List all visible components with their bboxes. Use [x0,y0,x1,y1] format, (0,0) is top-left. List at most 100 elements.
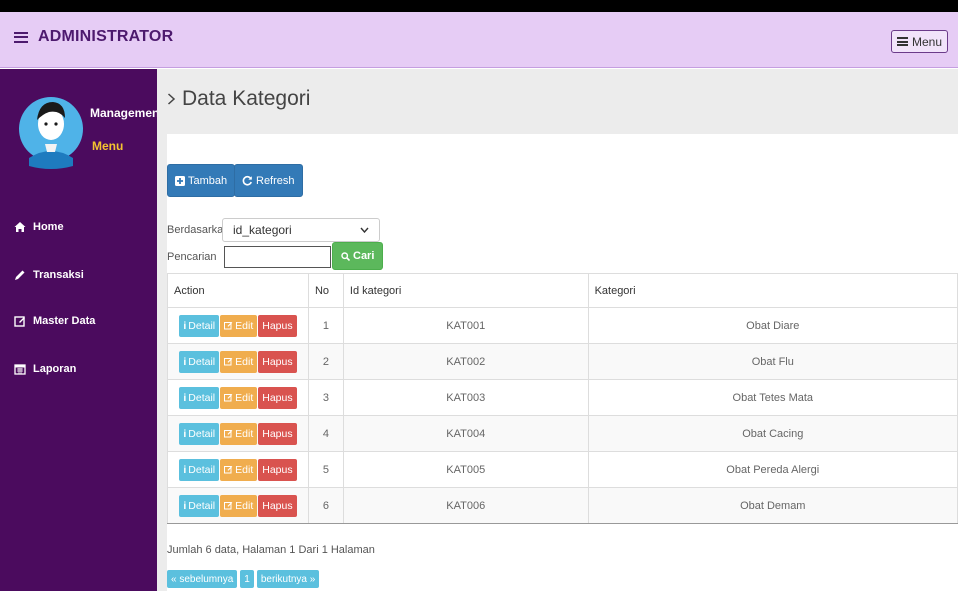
edit-button[interactable]: Edit [220,314,258,337]
edit-button[interactable]: Edit [220,494,258,517]
refresh-button[interactable]: Refresh [234,164,303,197]
hapus-label: Hapus [262,319,293,332]
sidebar-item-master-data[interactable]: Master Data [14,315,95,327]
detail-button[interactable]: i Detail [179,314,220,337]
edit-label: Edit [235,391,254,404]
cari-button[interactable]: Cari [332,242,384,270]
hamburger-icon[interactable] [14,31,28,43]
row-id: KAT001 [342,307,589,344]
action-cell: i Detail Edit Hapus [167,379,309,416]
row-kategori: Obat Tetes Mata [587,379,958,416]
edit-button[interactable]: Edit [220,350,258,373]
prev-page-button[interactable]: « sebelumnya [167,570,238,588]
edit-label: Edit [235,355,254,368]
info-icon: i [183,499,187,512]
page-1-button[interactable]: 1 [240,570,254,588]
detail-button[interactable]: i Detail [179,422,220,445]
row-kategori: Obat Flu [587,343,958,380]
brand[interactable]: ADMINISTRATOR [14,28,173,46]
home-icon [14,222,26,232]
detail-button[interactable]: i Detail [179,350,220,373]
column-header-action: Action [167,273,309,308]
info-icon: i [183,463,187,476]
column-header-no: No [307,273,344,308]
search-label: Pencarian : [167,251,229,263]
detail-label: Detail [188,355,216,368]
hapus-button[interactable]: Hapus [258,386,297,409]
action-cell: i Detail Edit Hapus [167,343,309,380]
detail-button[interactable]: i Detail [179,494,220,517]
sidebar-item-label: Transaksi [33,269,84,281]
table-row: i Detail Edit Hapus 6 KAT006 Obat Demam [167,487,958,524]
row-id: KAT005 [342,451,589,488]
table-row: i Detail Edit Hapus 4 KAT004 Obat Cacing [167,415,958,452]
detail-button[interactable]: i Detail [179,386,220,409]
row-id: KAT006 [342,487,589,524]
page-title-text: Data Kategori [182,87,311,110]
cari-label: Cari [353,250,375,262]
hapus-button[interactable]: Hapus [258,494,297,517]
action-cell: i Detail Edit Hapus [167,415,309,452]
profile-name: Management [90,106,164,120]
table-header-row: Action No Id kategori Kategori [167,273,958,308]
search-input[interactable] [224,246,331,268]
hapus-button[interactable]: Hapus [258,422,297,445]
sidebar: Management Menu Home Transaksi Master Da… [0,69,163,591]
edit-icon [224,430,233,438]
row-kategori: Obat Diare [587,307,958,344]
refresh-label: Refresh [256,174,295,187]
row-no: 3 [307,379,344,416]
chevron-down-icon [360,227,369,233]
next-page-button[interactable]: berikutnya » [256,570,320,588]
edit-icon [224,394,233,402]
hapus-button[interactable]: Hapus [258,458,297,481]
sidebar-item-label: Master Data [33,315,96,327]
sidebar-item-label: Laporan [33,363,77,375]
data-table: Action No Id kategori Kategori i Detail Ed… [167,273,958,524]
edit-button[interactable]: Edit [220,422,258,445]
column-header-id: Id kategori [342,273,589,308]
plus-icon [175,175,185,186]
sidebar-item-home[interactable]: Home [14,221,64,233]
edit-icon [224,502,233,510]
detail-button[interactable]: i Detail [179,458,220,481]
avatar [19,97,83,169]
menu-toggle-button[interactable]: Menu [890,30,948,53]
filter-select[interactable]: id_kategori [222,218,380,242]
edit-button[interactable]: Edit [220,386,258,409]
sidebar-item-transaksi[interactable]: Transaksi [14,269,84,281]
hapus-button[interactable]: Hapus [258,350,297,373]
page-title: Data Kategori [167,87,310,111]
row-no: 4 [307,415,344,452]
pagination: « sebelumnya 1 berikutnya » [167,570,320,588]
app-title: ADMINISTRATOR [38,28,174,45]
table-row: i Detail Edit Hapus 1 KAT001 Obat Diare [167,307,958,344]
edit-label: Edit [235,427,254,440]
edit-icon [224,466,233,474]
search-icon [341,251,350,261]
menu-toggle-label: Menu [911,34,942,49]
info-icon: i [183,355,187,368]
pencil-icon [15,270,25,280]
tambah-label: Tambah [188,174,228,187]
row-no: 1 [307,307,344,344]
edit-button[interactable]: Edit [220,458,258,481]
edit-icon [224,358,233,366]
hapus-button[interactable]: Hapus [258,314,297,337]
table-row: i Detail Edit Hapus 5 KAT005 Obat Pereda Alerg… [167,451,958,488]
main-content: Data Kategori Tambah Refresh Berdasarkan… [157,69,958,591]
row-no: 5 [307,451,344,488]
chevron-right-icon [167,93,176,105]
detail-label: Detail [188,427,216,440]
edit-icon [14,316,25,327]
detail-label: Detail [188,319,216,332]
detail-label: Detail [188,463,216,476]
row-no: 2 [307,343,344,380]
hapus-label: Hapus [262,463,293,476]
row-kategori: Obat Demam [587,487,958,524]
edit-label: Edit [235,499,254,512]
sidebar-item-laporan[interactable]: Laporan [14,363,76,375]
edit-label: Edit [235,463,254,476]
column-header-kategori: Kategori [587,273,958,308]
tambah-button[interactable]: Tambah [167,164,236,197]
